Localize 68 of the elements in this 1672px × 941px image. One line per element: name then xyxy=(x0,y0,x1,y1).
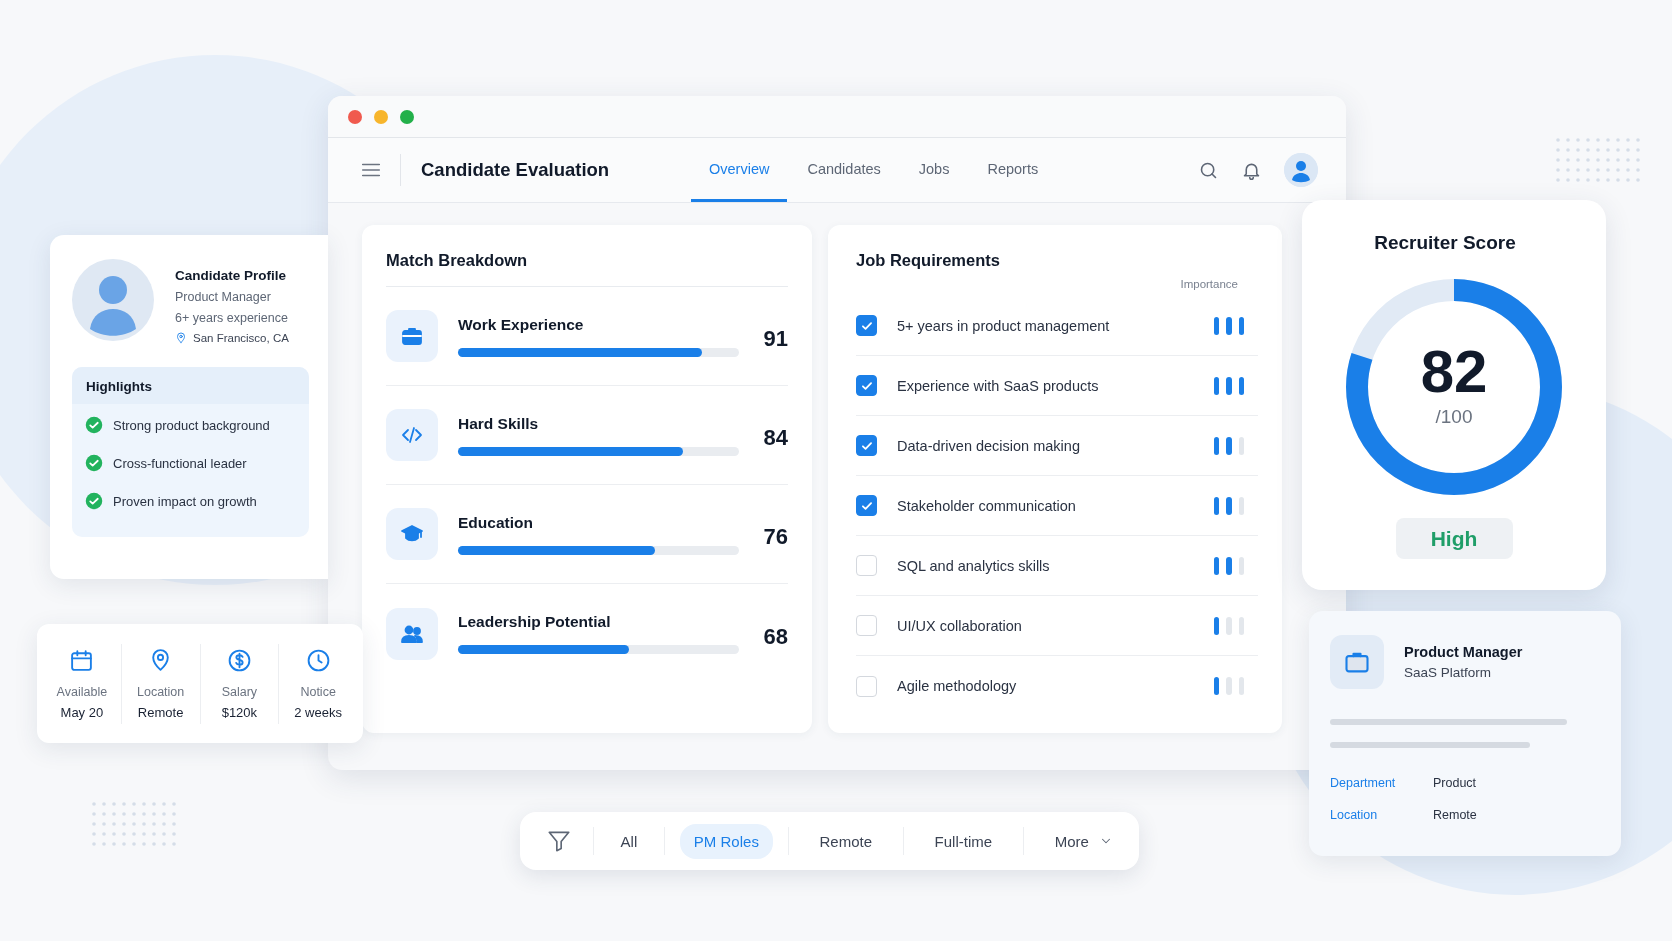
summary-value: $120k xyxy=(221,704,258,720)
app-title: Candidate Evaluation xyxy=(421,159,611,181)
window-control-dot[interactable] xyxy=(374,109,388,124)
filter-chip[interactable]: Full-time xyxy=(918,823,1009,859)
category-label: Leadership Potential xyxy=(458,613,612,631)
requirement-label: Experience with SaaS products xyxy=(897,377,1100,394)
requirement-label: 5+ years in product management xyxy=(897,317,1111,334)
category-label: Education xyxy=(458,513,534,532)
check-circle-icon xyxy=(85,492,103,510)
requirement-checkbox[interactable] xyxy=(856,495,877,516)
category-score: 84 xyxy=(763,424,788,451)
nav-tab[interactable]: Candidates xyxy=(789,138,899,202)
highlight-text: Proven impact on growth xyxy=(113,493,257,509)
highlight-text: Strong product background xyxy=(113,417,270,433)
summary-label: Available xyxy=(56,684,108,699)
check-circle-icon xyxy=(85,454,103,472)
filter-chip[interactable]: Remote xyxy=(803,823,888,859)
filter-chip[interactable]: More xyxy=(1038,823,1117,859)
profile-title: Candidate Profile xyxy=(175,268,288,283)
score-scale: /100 xyxy=(1435,406,1473,428)
category-score: 91 xyxy=(763,325,788,352)
dollar-icon xyxy=(226,647,252,673)
job-title: Product Manager xyxy=(1404,644,1523,660)
field-label: Department xyxy=(1330,776,1397,790)
category-score: 68 xyxy=(763,622,788,650)
field-value: Remote xyxy=(1433,808,1478,822)
job-subtitle: SaaS Platform xyxy=(1404,665,1493,680)
field-value: Product xyxy=(1433,776,1478,790)
card-title: Match Breakdown xyxy=(386,225,788,287)
requirement-label: Data-driven decision making xyxy=(897,437,1081,454)
requirement-label: SQL and analytics skills xyxy=(897,557,1051,574)
filter-chip[interactable]: PM Roles xyxy=(679,823,773,859)
nav-tab[interactable]: Reports xyxy=(969,138,1057,202)
highlight-text: Cross-functional leader xyxy=(113,455,247,471)
requirement-checkbox[interactable] xyxy=(856,375,877,396)
summary-label: Salary xyxy=(221,684,258,699)
window-control-dot[interactable] xyxy=(400,109,414,124)
calendar-icon xyxy=(69,647,95,673)
highlights-title: Highlights xyxy=(72,367,309,404)
candidate-location: San Francisco, CA xyxy=(193,332,289,344)
requirement-checkbox[interactable] xyxy=(856,435,877,456)
column-label: Importance xyxy=(1179,278,1239,290)
check-circle-icon xyxy=(85,416,103,434)
category-label: Hard Skills xyxy=(458,414,540,433)
card-title: Job Requirements xyxy=(856,250,1001,271)
score-value: 82 xyxy=(1420,342,1488,402)
candidate-role: Product Manager xyxy=(175,290,272,304)
summary-value: Remote xyxy=(137,704,184,720)
summary-label: Location xyxy=(137,684,185,699)
requirement-label: Stakeholder communication xyxy=(897,497,1077,514)
category-label: Work Experience xyxy=(458,315,585,334)
requirement-checkbox[interactable] xyxy=(856,315,877,336)
clock-icon xyxy=(305,647,331,673)
category-score: 76 xyxy=(763,523,788,550)
rating-badge: High xyxy=(1395,518,1513,559)
filter-chip[interactable]: All xyxy=(608,823,650,859)
field-label: Location xyxy=(1330,808,1379,822)
window-control-dot[interactable] xyxy=(348,109,362,124)
summary-value: 2 weeks xyxy=(294,704,342,720)
requirement-label: UI/UX collaboration xyxy=(897,617,1023,634)
nav-tab[interactable]: Overview xyxy=(691,138,788,202)
summary-value: May 20 xyxy=(60,704,104,720)
nav-tab[interactable]: Jobs xyxy=(900,138,968,202)
card-title: Recruiter Score xyxy=(1374,232,1516,254)
summary-label: Notice xyxy=(300,684,336,699)
requirement-label: Agile methodology xyxy=(897,678,1018,694)
candidate-experience: 6+ years experience xyxy=(175,311,289,325)
location-pin-icon xyxy=(175,332,187,344)
